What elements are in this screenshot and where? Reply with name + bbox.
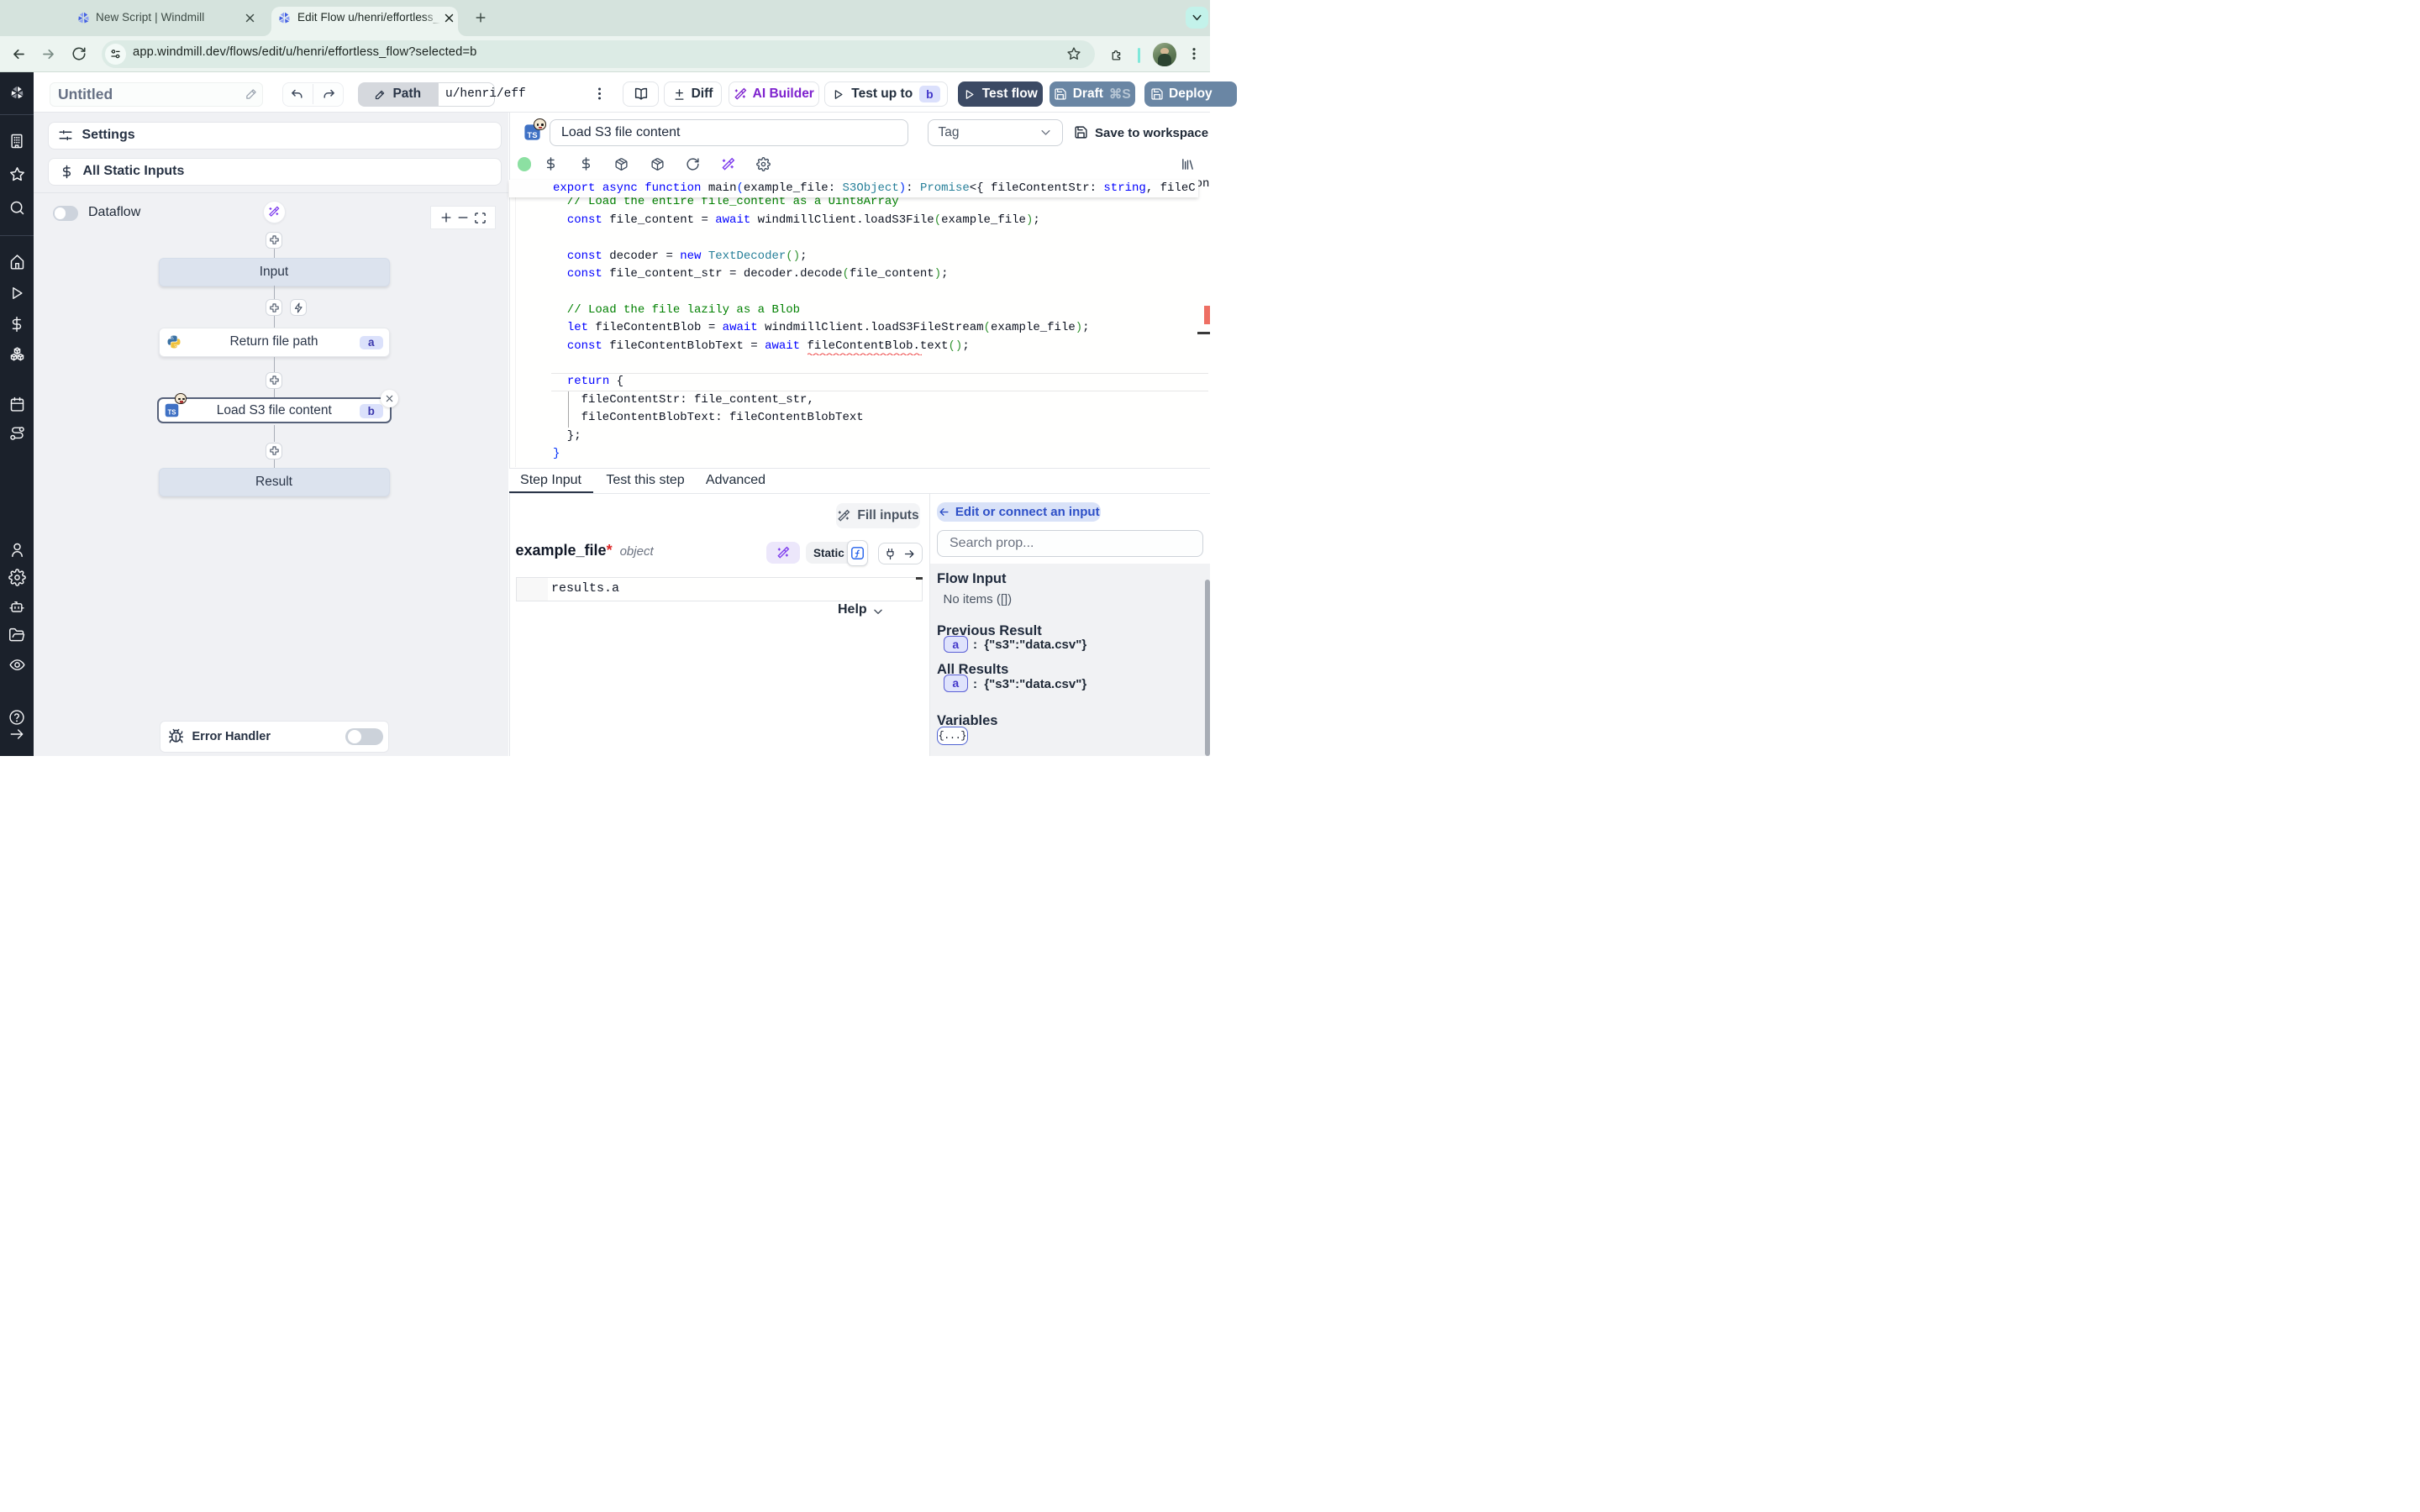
svg-text:TS: TS xyxy=(527,131,537,140)
